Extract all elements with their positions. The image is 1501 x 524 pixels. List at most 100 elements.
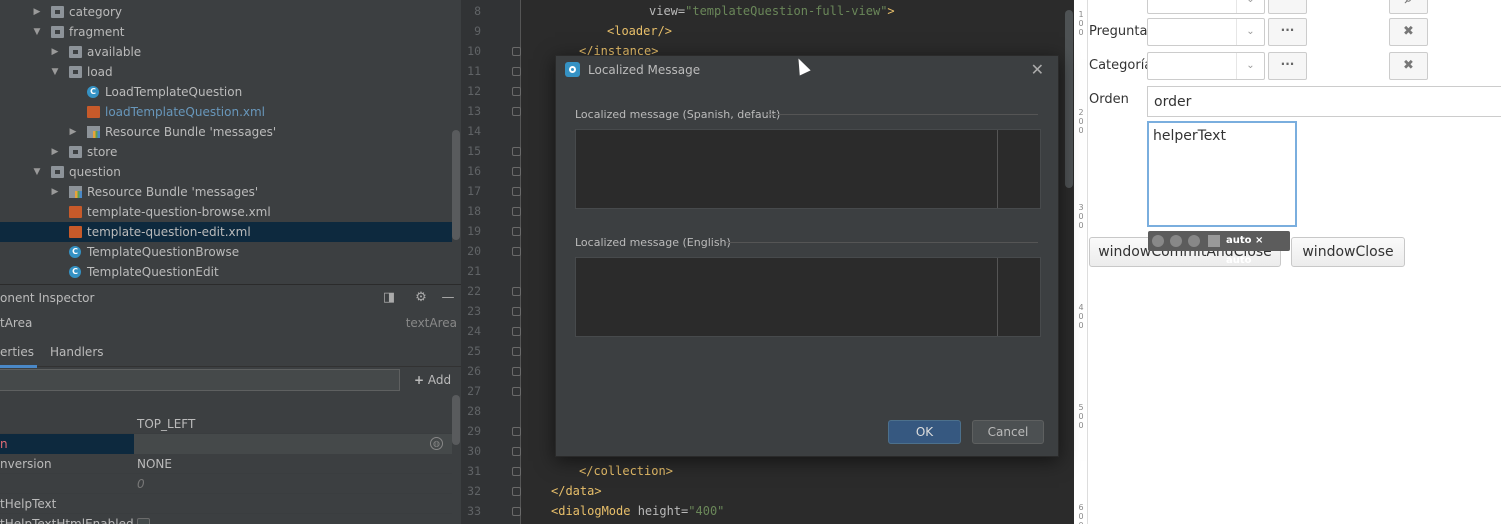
expand-arrow-icon[interactable]: ▶ (49, 142, 61, 162)
fold-marker-icon[interactable] (512, 207, 521, 216)
tree-item-resource-bundle[interactable]: ▶ Resource Bundle 'messages' (0, 122, 452, 142)
window-close-button[interactable]: windowClose (1291, 237, 1405, 267)
ide-window: ▶ category ▼ fragment ▶ available ▼ load… (0, 0, 1501, 524)
move-icon[interactable] (1170, 235, 1182, 247)
tree-item-templatequestionbrowse[interactable]: C TemplateQuestionBrowse (0, 242, 452, 262)
fold-marker-icon[interactable] (512, 367, 521, 376)
code-line-8[interactable]: view="templateQuestion-full-view"> (649, 1, 895, 21)
tree-item-load[interactable]: ▼ load (0, 62, 452, 82)
collapse-arrow-icon[interactable]: ▼ (49, 62, 61, 82)
inspector-component-row: tArea textArea (0, 311, 461, 335)
cancel-button[interactable]: Cancel (972, 420, 1044, 444)
expand-arrow-icon[interactable]: ▶ (49, 182, 61, 202)
tree-item-loadtemplatequestion[interactable]: C LoadTemplateQuestion (0, 82, 452, 102)
fold-marker-icon[interactable] (512, 87, 521, 96)
close-icon[interactable]: ✕ (1031, 56, 1044, 84)
tree-item-category[interactable]: ▶ category (0, 2, 452, 22)
line-number: 30 (467, 444, 481, 458)
fold-marker-icon[interactable] (512, 107, 521, 116)
tree-item-template-question-browse-xml[interactable]: template-question-browse.xml (0, 202, 452, 222)
property-row[interactable]: tHelpTextHtmlEnabled (0, 514, 452, 524)
categoria-clear-button[interactable]: ✖ (1389, 52, 1428, 80)
spanish-message-textarea[interactable] (575, 129, 1041, 209)
fold-marker-icon[interactable] (512, 487, 521, 496)
code-line-33[interactable]: <dialogMode height="400" (551, 501, 724, 521)
chevron-down-icon[interactable]: ⌄ (1236, 0, 1264, 13)
code-line-32[interactable]: </data> (551, 481, 602, 501)
fold-marker-icon[interactable] (512, 507, 521, 516)
fold-marker-icon[interactable] (512, 387, 521, 396)
line-number: 18 (467, 204, 481, 218)
globe-icon[interactable]: ◍ (430, 437, 443, 450)
align-icon[interactable] (1188, 235, 1200, 247)
pregunta-clear-button[interactable]: ✖ (1389, 18, 1428, 46)
editor-scrollbar[interactable] (1065, 10, 1073, 188)
gear-icon[interactable]: ⚙ (413, 290, 429, 306)
chevron-down-icon[interactable]: ⌄ (1236, 53, 1264, 79)
collapse-arrow-icon[interactable]: ▼ (31, 22, 43, 42)
property-row[interactable]: TOP_LEFT (0, 414, 452, 434)
property-value[interactable]: TOP_LEFT (137, 414, 195, 434)
english-message-textarea[interactable] (575, 257, 1041, 337)
tab-handlers[interactable]: Handlers (50, 337, 104, 367)
property-search-input[interactable] (0, 369, 400, 391)
property-row[interactable]: tHelpText (0, 494, 452, 514)
minus-icon[interactable] (1152, 235, 1164, 247)
fold-marker-icon[interactable] (512, 67, 521, 76)
inspector-scrollbar[interactable] (452, 395, 460, 445)
pregunta-combo[interactable]: ⌄ (1147, 18, 1265, 46)
expand-arrow-icon[interactable]: ▶ (67, 122, 79, 142)
chevron-down-icon[interactable]: ⌄ (1236, 19, 1264, 45)
combo-field-top[interactable]: ⌄ (1147, 0, 1265, 14)
lookup-button[interactable] (1268, 0, 1307, 14)
ok-button[interactable]: OK (888, 420, 961, 444)
property-value[interactable]: NONE (137, 454, 172, 474)
code-line-9[interactable]: <loader/> (607, 21, 672, 41)
restore-panel-icon[interactable]: ◨ (381, 290, 397, 306)
fold-marker-icon[interactable] (512, 147, 521, 156)
collapse-arrow-icon[interactable]: ▼ (31, 162, 43, 182)
fold-marker-icon[interactable] (512, 347, 521, 356)
tree-item-label: category (69, 5, 123, 19)
fold-marker-icon[interactable] (512, 327, 521, 336)
tree-item-templatequestionedit[interactable]: C TemplateQuestionEdit (0, 262, 452, 282)
expand-arrow-icon[interactable]: ▶ (49, 42, 61, 62)
tree-item-question[interactable]: ▼ question (0, 162, 452, 182)
property-value[interactable]: 0 (137, 474, 145, 494)
tree-item-fragment[interactable]: ▼ fragment (0, 22, 452, 42)
categoria-combo[interactable]: ⌄ (1147, 52, 1265, 80)
tree-item-template-question-edit-xml[interactable]: template-question-edit.xml (0, 222, 452, 242)
minimize-icon[interactable]: — (440, 290, 456, 306)
property-value-editor[interactable] (134, 434, 452, 454)
property-row[interactable]: n ◍ (0, 434, 452, 454)
code-line-31[interactable]: </collection> (579, 461, 673, 481)
fold-marker-icon[interactable] (512, 47, 521, 56)
expand-arrow-icon[interactable]: ▶ (31, 2, 43, 22)
fold-marker-icon[interactable] (512, 447, 521, 456)
property-checkbox[interactable] (137, 518, 150, 524)
categoria-lookup-button[interactable]: ··· (1268, 52, 1307, 80)
line-number: 9 (474, 24, 481, 38)
property-row[interactable]: 0 (0, 474, 452, 494)
tree-item-store[interactable]: ▶ store (0, 142, 452, 162)
fold-marker-icon[interactable] (512, 167, 521, 176)
fold-marker-icon[interactable] (512, 427, 521, 436)
fold-marker-icon[interactable] (512, 227, 521, 236)
fold-marker-icon[interactable] (512, 287, 521, 296)
fold-marker-icon[interactable] (512, 187, 521, 196)
tree-item-available[interactable]: ▶ available (0, 42, 452, 62)
fold-marker-icon[interactable] (512, 467, 521, 476)
orden-input[interactable]: order (1147, 86, 1501, 117)
add-property-button[interactable]: + Add (414, 369, 451, 391)
fold-marker-icon[interactable] (512, 247, 521, 256)
helper-text-area[interactable]: helperText (1147, 121, 1297, 227)
tab-properties[interactable]: erties (0, 337, 37, 368)
tree-item-resource-bundle[interactable]: ▶ Resource Bundle 'messages' (0, 182, 452, 202)
property-row[interactable]: nversion NONE (0, 454, 452, 474)
pregunta-lookup-button[interactable]: ··· (1268, 18, 1307, 46)
size-icon[interactable] (1208, 235, 1220, 247)
search-button[interactable]: ⌕ (1389, 0, 1428, 14)
fold-marker-icon[interactable] (512, 307, 521, 316)
tree-scrollbar[interactable] (452, 130, 460, 240)
tree-item-loadtemplatequestion-xml[interactable]: loadTemplateQuestion.xml (0, 102, 452, 122)
